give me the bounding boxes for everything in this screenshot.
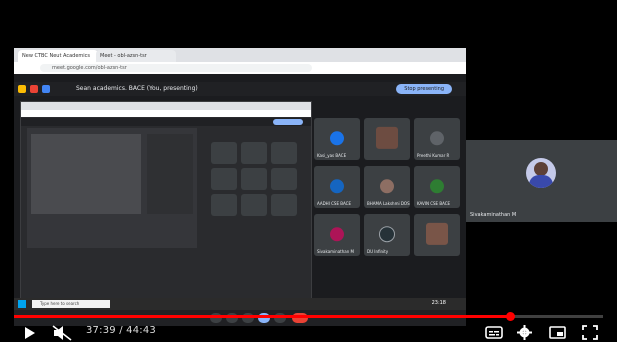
taskbar-clock: 23:18 [431, 300, 446, 306]
participant-name: Kasi_yas BACE [317, 153, 347, 158]
nested-tile [241, 142, 267, 164]
avatar [430, 131, 444, 146]
nested-tile [211, 194, 237, 216]
participant-name: AADHI CSE BACE [317, 201, 351, 206]
settings-gear-icon[interactable] [517, 325, 532, 340]
avatar [426, 222, 448, 245]
subtitles-icon[interactable] [485, 326, 503, 339]
browser-tab[interactable]: New CTBC Neut Academics [18, 50, 98, 62]
avatar [330, 131, 344, 146]
browser-tab[interactable]: Meet - obl-azsn-tsr [96, 50, 176, 62]
avatar [330, 227, 344, 242]
nested-tile [211, 168, 237, 190]
participant-tile[interactable] [414, 214, 460, 256]
nested-address-bar [21, 110, 311, 117]
nested-tile [241, 168, 267, 190]
nested-tile [271, 142, 297, 164]
participant-tile[interactable]: Preethi Kumar R [414, 118, 460, 160]
mute-icon[interactable] [52, 325, 72, 341]
meeting-title: Sean academics. BACE (You, presenting) [76, 85, 198, 92]
fullscreen-icon[interactable] [582, 325, 598, 340]
nested-stop-button [273, 119, 303, 125]
nested-meet-bar [21, 118, 311, 126]
participant-tile[interactable]: KAVIN CSE BACE [414, 166, 460, 208]
nested-tile [211, 142, 237, 164]
progress-bar[interactable] [14, 312, 603, 321]
participant-tile[interactable]: DU Infinity [364, 214, 410, 256]
avatar [380, 179, 394, 194]
video-player[interactable]: New CTBC Neut Academics Meet - obl-azsn-… [0, 0, 617, 342]
participant-tile[interactable]: Kasi_yas BACE [314, 118, 360, 160]
presenter-tile: Sivakaminathan M [466, 140, 617, 222]
windows-start-icon[interactable] [18, 300, 26, 308]
avatar [330, 179, 344, 194]
stop-presenting-button[interactable]: Stop presenting [396, 84, 452, 94]
participant-tile[interactable]: Sivakaminathan M [314, 214, 360, 256]
windows-taskbar: Type here to search 23:18 [14, 298, 466, 310]
participant-name: Preethi Kumar R [417, 153, 450, 158]
participant-tile[interactable]: AADHI CSE BACE [314, 166, 360, 208]
avatar [430, 179, 444, 194]
participant-tile[interactable] [364, 118, 410, 160]
progress-scrubber[interactable] [505, 312, 515, 321]
meet-share-bar: Sean academics. BACE (You, presenting) S… [14, 82, 466, 96]
participant-name: Sivakaminathan M [317, 249, 354, 254]
presenter-face [534, 162, 548, 176]
miniplayer-icon[interactable] [549, 326, 566, 339]
time-display: 37:39 / 44:43 [86, 325, 156, 336]
avatar [379, 226, 395, 243]
presenter-body [529, 175, 553, 188]
nested-tile [271, 168, 297, 190]
presenter-avatar [526, 158, 556, 188]
nested-inner-screen [27, 128, 197, 248]
progress-fill [14, 315, 510, 318]
participant-name: DU Infinity [367, 249, 389, 254]
app-icon [42, 85, 50, 93]
app-icon [30, 85, 38, 93]
avatar [376, 126, 398, 149]
participant-name: BHAMA Lakshmi DOS [367, 201, 410, 206]
nested-inner-grid [147, 134, 193, 214]
meet-controls [14, 310, 466, 326]
nested-tab-strip [21, 102, 311, 110]
nested-tile [241, 194, 267, 216]
nested-tile [271, 194, 297, 216]
play-icon[interactable] [24, 326, 36, 340]
nested-shared-screen [20, 101, 312, 321]
browser-toolbar: meet.google.com/obl-azsn-tsr [14, 62, 466, 74]
taskbar-search[interactable]: Type here to search [32, 300, 110, 308]
participant-tile[interactable]: BHAMA Lakshmi DOS [364, 166, 410, 208]
shared-screen: New CTBC Neut Academics Meet - obl-azsn-… [14, 48, 466, 326]
participant-name: KAVIN CSE BACE [417, 201, 451, 206]
nested-inner-content [31, 134, 141, 214]
presenter-name: Sivakaminathan M [470, 212, 517, 218]
browser-tab-strip: New CTBC Neut Academics Meet - obl-azsn-… [14, 48, 466, 62]
app-icon [18, 85, 26, 93]
address-bar[interactable]: meet.google.com/obl-azsn-tsr [40, 64, 312, 72]
